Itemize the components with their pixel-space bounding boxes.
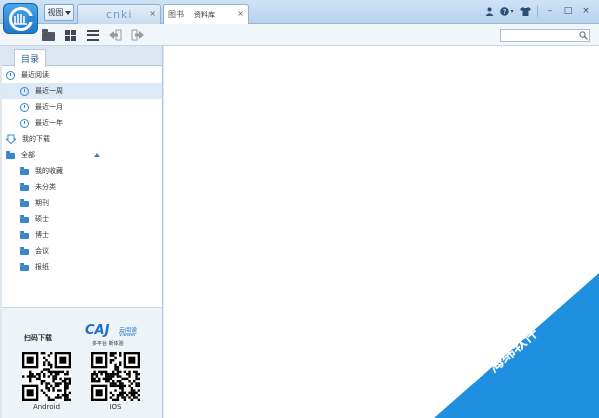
tree-item[interactable]: 我的下载	[2, 131, 162, 147]
clock-icon	[6, 70, 15, 80]
folder-icon	[20, 167, 29, 175]
window-controls: ? ▾ – □ ×	[480, 3, 595, 19]
folder-icon	[20, 231, 29, 239]
user-icon[interactable]	[480, 3, 498, 19]
tree-item[interactable]: 最近一周	[2, 83, 162, 99]
view-selector-button[interactable]: 视图	[44, 4, 74, 21]
tree-item-label: 未分类	[35, 183, 56, 191]
folder-open-icon	[41, 28, 55, 41]
qr-code-ios	[91, 352, 140, 401]
list-view-button[interactable]	[85, 27, 101, 43]
download-promo: 扫码下载 CAJ 云阅读 Viewer 多平台 新体验 Android IOS	[2, 307, 162, 418]
qr-code-icon	[22, 352, 71, 401]
arrow-right-icon	[131, 29, 144, 41]
folder-icon	[20, 215, 29, 223]
controls-divider	[537, 5, 538, 17]
caj-slogan: 多平台 新体验	[92, 341, 124, 347]
tree-item[interactable]: 期刊	[2, 195, 162, 211]
grid-view-icon	[64, 29, 76, 41]
folder-icon	[20, 263, 29, 271]
tree-item-label: 会议	[35, 247, 49, 255]
tree-item-label: 最近一周	[35, 87, 63, 95]
tree-item[interactable]: 最近一年	[2, 115, 162, 131]
qr-ios-label: IOS	[109, 403, 122, 411]
library-icon: 图书	[168, 10, 184, 19]
tree-item[interactable]: 博士	[2, 227, 162, 243]
scan-download-label: 扫码下载	[24, 334, 52, 342]
document-list-area[interactable]	[164, 46, 599, 418]
tree-item[interactable]: 硕士	[2, 211, 162, 227]
qr-code-icon	[91, 352, 140, 401]
title-bar: 视图 cnki × 图书 资料库 × ? ▾ – □ ×	[0, 0, 599, 25]
folder-icon	[20, 199, 29, 207]
close-button[interactable]: ×	[577, 3, 595, 19]
tree-item[interactable]: 我的收藏	[2, 163, 162, 179]
help-dropdown-icon: ▾	[510, 7, 514, 15]
tree-item[interactable]: 未分类	[2, 179, 162, 195]
caj-logo: CAJ	[85, 323, 110, 338]
folder-icon	[20, 183, 29, 191]
tree-item[interactable]: 会议	[2, 243, 162, 259]
grid-view-button[interactable]	[62, 27, 78, 43]
collapse-caret-icon[interactable]	[94, 153, 100, 157]
help-icon[interactable]: ? ▾	[498, 3, 516, 19]
tree-item-label: 最近一年	[35, 119, 63, 127]
tree-item[interactable]: 报纸	[2, 259, 162, 275]
folder-icon	[6, 151, 15, 159]
tree-item[interactable]: 最近阅读	[2, 67, 162, 83]
catalog-tree: 最近阅读最近一周最近一月最近一年我的下载全部 我的收藏未分类期刊硕士博士会议报纸	[2, 66, 162, 275]
tree-item[interactable]: 全部	[2, 147, 162, 163]
toolbar	[0, 24, 599, 46]
qr-android-label: Android	[32, 403, 61, 411]
tree-item-label: 硕士	[35, 215, 49, 223]
tree-item-label: 博士	[35, 231, 49, 239]
tree-item-label: 全部	[21, 151, 35, 159]
list-view-icon	[87, 29, 99, 41]
view-selector-glyph: 视图	[47, 8, 64, 17]
tree-item[interactable]: 最近一月	[2, 99, 162, 115]
tab-catalog[interactable]: 目录	[14, 49, 46, 67]
arrow-left-icon	[109, 29, 122, 41]
tab-cnki[interactable]: cnki ×	[77, 4, 161, 24]
tree-item-label: 我的收藏	[35, 167, 63, 175]
app-logo-icon	[3, 3, 38, 34]
caj-viewer-label: Viewer	[119, 332, 137, 338]
tab-library[interactable]: 图书 资料库 ×	[163, 4, 249, 25]
tree-item-label: 最近阅读	[21, 71, 49, 79]
sidebar-tabbar: 目录	[2, 46, 162, 67]
folder-icon	[20, 247, 29, 255]
tab-library-close-icon[interactable]: ×	[237, 9, 244, 18]
clock-icon	[20, 118, 29, 128]
tree-item-label: 期刊	[35, 199, 49, 207]
cnki-tab-logo: cnki	[106, 8, 133, 21]
forward-button[interactable]	[130, 27, 146, 43]
qr-code-android	[22, 352, 71, 401]
logo-glyph	[14, 14, 27, 25]
minimize-button[interactable]: –	[541, 3, 559, 19]
back-button[interactable]	[107, 27, 123, 43]
sidebar: 目录 最近阅读最近一周最近一月最近一年我的下载全部 我的收藏未分类期刊硕士博士会议…	[2, 46, 163, 418]
open-folder-button[interactable]	[40, 27, 56, 43]
svg-text:?: ?	[503, 8, 507, 16]
clock-icon	[20, 86, 29, 96]
download-icon	[6, 134, 16, 144]
tab-library-label: 资料库	[194, 11, 215, 19]
tree-item-label: 我的下载	[22, 135, 50, 143]
chevron-down-icon	[64, 10, 71, 15]
tree-item-label: 最近一月	[35, 103, 63, 111]
search-icon[interactable]	[579, 31, 588, 40]
tab-cnki-close-icon[interactable]: ×	[149, 9, 156, 18]
maximize-button[interactable]: □	[559, 3, 577, 19]
search-input[interactable]	[500, 29, 590, 42]
clock-icon	[20, 102, 29, 112]
tree-item-label: 报纸	[35, 263, 49, 271]
skin-icon[interactable]	[516, 3, 534, 19]
